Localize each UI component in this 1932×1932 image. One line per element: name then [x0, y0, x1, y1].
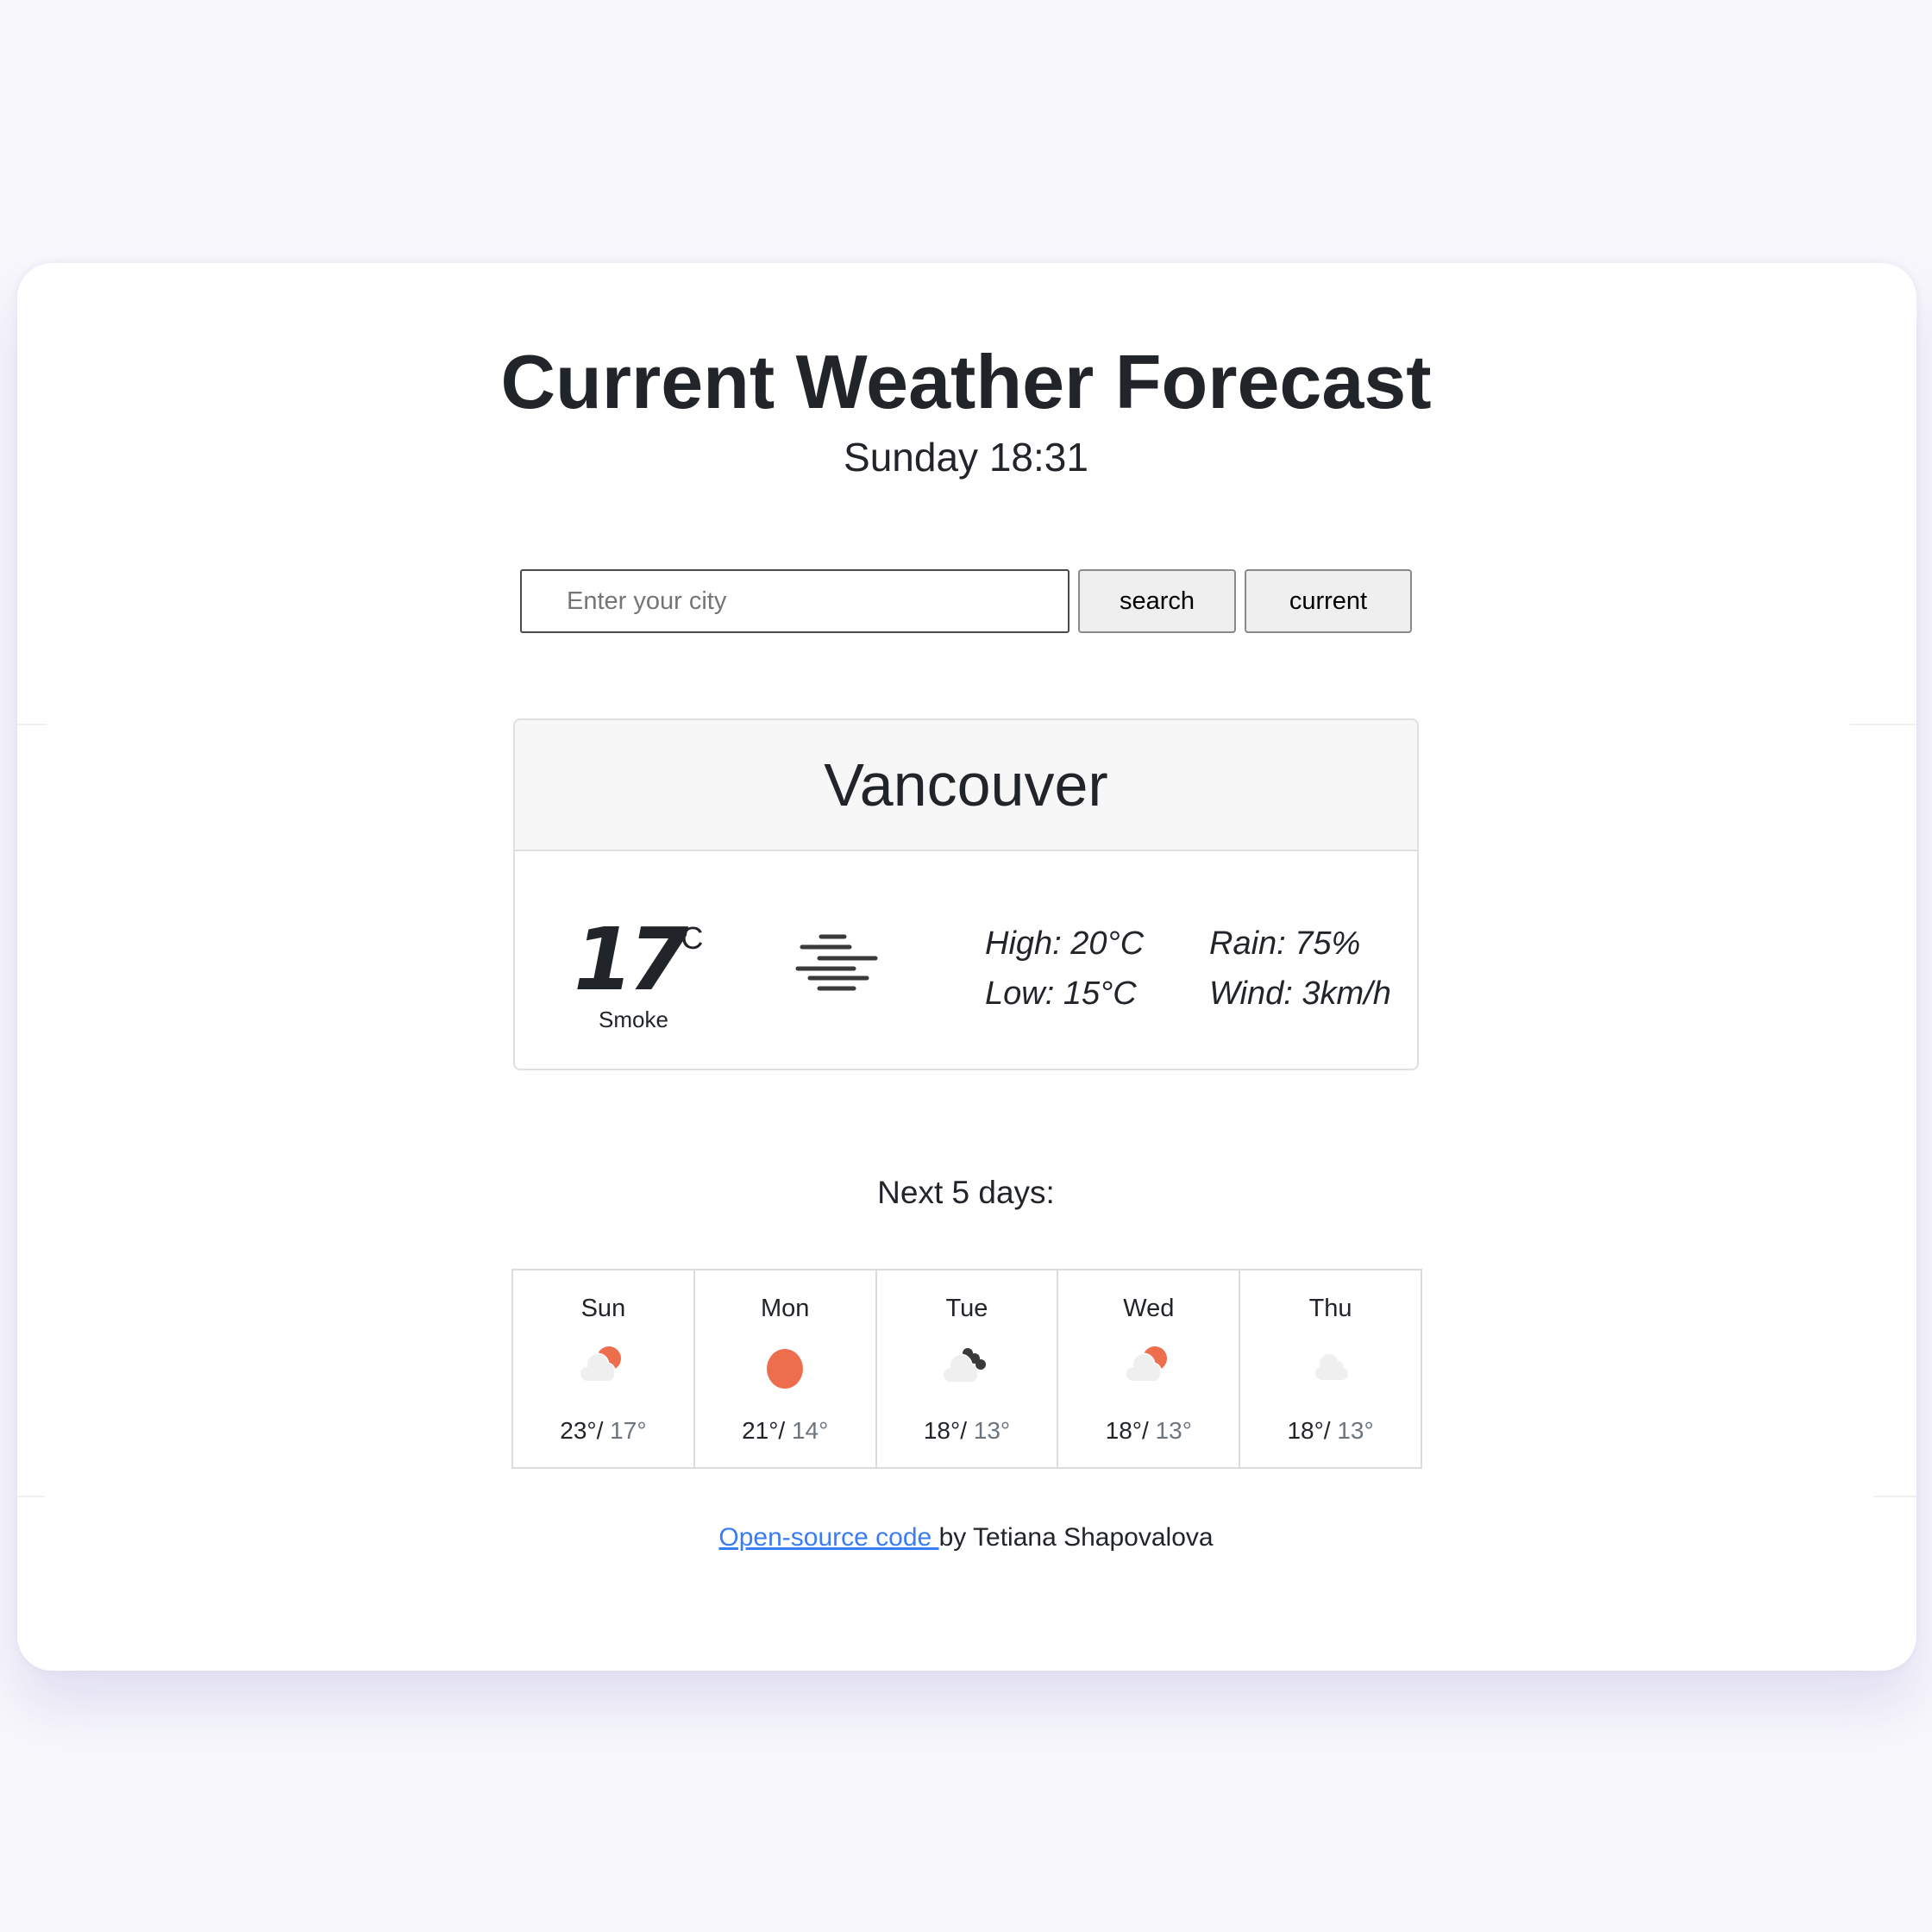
sun-icon — [767, 1349, 804, 1389]
page-title: Current Weather Forecast — [500, 339, 1432, 424]
forecast-day-name: Sun — [580, 1295, 626, 1322]
current-temperature: 17 — [574, 909, 688, 1010]
forecast-max-temp: 18°/ — [1287, 1417, 1331, 1444]
forecast-temps: 23°/ 17° — [513, 1417, 693, 1445]
low-temperature: Low: 15°C — [985, 975, 1137, 1012]
footer-author: by Tetiana Shapovalova — [938, 1523, 1214, 1552]
forecast-day: Wed 18°/ 13° — [1058, 1270, 1241, 1467]
divider-left-bottom — [17, 1496, 45, 1497]
forecast-title: Next 5 days: — [877, 1175, 1055, 1210]
forecast-max-temp: 18°/ — [1105, 1417, 1149, 1444]
forecast-max-temp: 18°/ — [923, 1417, 967, 1444]
forecast-day-name: Mon — [760, 1295, 810, 1322]
current-weather-card: Vancouver 17 °C Smoke High: 20°C Low: 15… — [513, 718, 1419, 1070]
divider-right-bottom — [1873, 1496, 1916, 1497]
forecast-grid: Sun 23°/ 17° Mon 21°/ 14° Tue 18°/ 13° W… — [511, 1269, 1422, 1469]
fog-icon — [795, 934, 878, 991]
divider-right-top — [1850, 724, 1916, 725]
partly-cloudy-sun-icon — [1126, 1346, 1167, 1381]
open-source-link[interactable]: Open-source code — [718, 1523, 938, 1552]
footer: Open-source code by Tetiana Shapovalova — [0, 1523, 1932, 1552]
search-button[interactable]: search — [1078, 569, 1236, 633]
weather-description: Smoke — [599, 1007, 668, 1032]
forecast-day: Sun 23°/ 17° — [513, 1270, 695, 1467]
forecast-day-name: Wed — [1123, 1295, 1175, 1322]
rain-chance: Rain: 75% — [1209, 925, 1361, 962]
partly-cloudy-sun-icon — [580, 1346, 622, 1381]
forecast-temps: 21°/ 14° — [695, 1417, 875, 1445]
forecast-temps: 18°/ 13° — [1240, 1417, 1421, 1445]
forecast-day-name: Thu — [1308, 1295, 1352, 1322]
city-search-input[interactable] — [520, 569, 1070, 633]
temperature-unit: °C — [668, 920, 704, 956]
forecast-min-temp: 13° — [966, 1417, 1011, 1444]
forecast-max-temp: 21°/ — [742, 1417, 786, 1444]
current-location-button[interactable]: current — [1245, 569, 1412, 633]
forecast-min-temp: 13° — [1148, 1417, 1192, 1444]
forecast-temps: 18°/ 13° — [1058, 1417, 1239, 1445]
forecast-day-name: Tue — [945, 1295, 988, 1322]
cloud-dark-cloud-icon — [943, 1348, 986, 1382]
city-name: Vancouver — [515, 720, 1417, 851]
forecast-min-temp: 13° — [1330, 1417, 1374, 1444]
current-datetime: Sunday 18:31 — [844, 435, 1088, 480]
forecast-temps: 18°/ 13° — [877, 1417, 1057, 1445]
cloud-icon — [1314, 1354, 1348, 1380]
forecast-min-temp: 14° — [785, 1417, 829, 1444]
divider-left-top — [17, 724, 47, 725]
forecast-day: Mon 21°/ 14° — [695, 1270, 877, 1467]
forecast-max-temp: 23°/ — [560, 1417, 604, 1444]
forecast-day: Thu 18°/ 13° — [1240, 1270, 1421, 1467]
forecast-day: Tue 18°/ 13° — [877, 1270, 1059, 1467]
high-temperature: High: 20°C — [985, 925, 1145, 962]
wind-speed: Wind: 3km/h — [1209, 975, 1391, 1012]
forecast-min-temp: 17° — [603, 1417, 647, 1444]
